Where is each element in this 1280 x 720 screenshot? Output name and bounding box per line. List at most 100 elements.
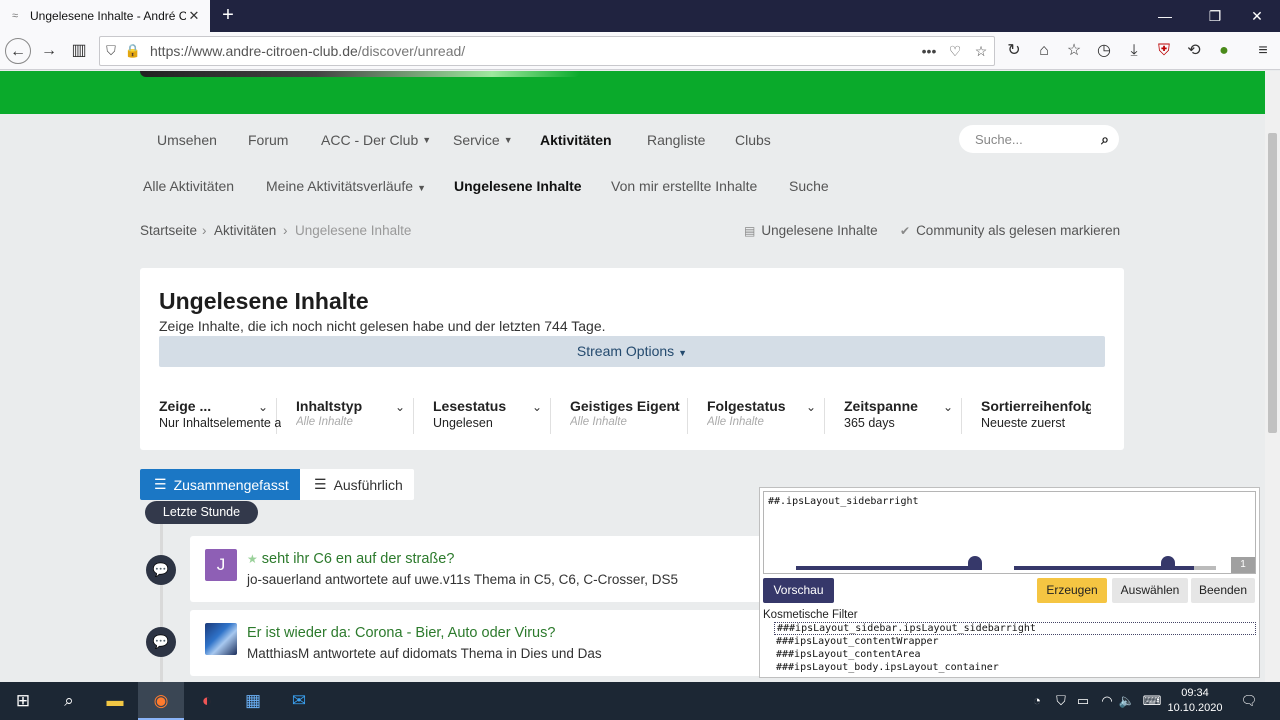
breadcrumb-aktivitaeten[interactable]: Aktivitäten <box>214 223 276 238</box>
network-adapter-icon[interactable]: ▭ <box>1074 682 1092 720</box>
menu-icon[interactable]: ≡ <box>1250 38 1276 64</box>
filter-label: Zeitspanne <box>844 398 918 414</box>
rss-unread-link[interactable]: ▤ Ungelesene Inhalte <box>744 223 878 238</box>
element-picker-panel: ##.ipsLayout_sidebarright 1 Vorschau Erz… <box>759 487 1260 678</box>
nav-service[interactable]: Service ▼ <box>453 130 513 150</box>
mark-community-read-link[interactable]: ✔ Community als gelesen markieren <box>900 223 1120 238</box>
forward-icon[interactable]: → <box>36 38 62 64</box>
shield-icon[interactable]: ⛉ <box>100 43 122 59</box>
page-scrollbar[interactable] <box>1265 71 1280 682</box>
pick-button[interactable]: Auswählen <box>1112 578 1188 603</box>
filter-sortierreihenfolge[interactable]: Sortierreihenfolge Neueste zuerst ⌄ <box>962 398 1099 434</box>
caret-down-icon: ▼ <box>503 135 513 145</box>
paint-icon[interactable]: ◐ <box>184 682 230 720</box>
page-actions-icon[interactable]: ••• <box>916 43 942 59</box>
quit-button[interactable]: Beenden <box>1191 578 1255 603</box>
create-button[interactable]: Erzeugen <box>1037 578 1107 603</box>
stream-item[interactable]: J ★ seht ihr C6 en auf der straße? jo-sau… <box>190 536 770 602</box>
extension-icon[interactable]: ● <box>1211 38 1237 64</box>
nav-aktivitaeten[interactable]: Aktivitäten <box>540 130 612 150</box>
filter-inhaltstyp[interactable]: Inhaltstyp Alle Inhalte ⌄ <box>277 398 414 434</box>
home-icon[interactable]: ⌂ <box>1031 38 1057 64</box>
cosmetic-filter-item[interactable]: ###ipsLayout_contentArea <box>774 648 1256 661</box>
bookmark-star-icon[interactable]: ☆ <box>968 43 994 60</box>
system-clock[interactable]: 09:34 10.10.2020 <box>1166 686 1224 716</box>
browser-tab[interactable]: ≈ Ungelesene Inhalte - André Citroën Clu… <box>0 0 210 32</box>
breadcrumb-separator: › <box>283 223 288 238</box>
filter-zeige[interactable]: Zeige ... Nur Inhaltselemente anzeigen ⌄ <box>140 398 281 434</box>
stream-item-title[interactable]: ★ seht ihr C6 en auf der straße? <box>247 551 454 567</box>
nav-umsehen[interactable]: Umsehen <box>157 130 217 150</box>
subnav-ungelesene-inhalte[interactable]: Ungelesene Inhalte <box>454 178 582 194</box>
stream-item[interactable]: Er ist wieder da: Corona - Bier, Auto od… <box>190 610 770 676</box>
recent-icon[interactable]: ⟲ <box>1181 38 1207 64</box>
filter-textarea[interactable]: ##.ipsLayout_sidebarright <box>763 491 1256 574</box>
avatar[interactable]: J <box>205 549 237 581</box>
file-explorer-icon[interactable]: ▬ <box>92 682 138 720</box>
check-icon: ✔ <box>900 223 911 238</box>
filter-geistiges-eigentum[interactable]: Geistiges Eigentum Alle Inhalte ⌄ <box>551 398 688 434</box>
stream-item-title[interactable]: Er ist wieder da: Corona - Bier, Auto od… <box>247 625 555 641</box>
downloads-icon[interactable]: ⤓ <box>1121 38 1147 64</box>
minimize-icon[interactable]: — <box>1142 0 1188 32</box>
volume-icon[interactable]: 🔈 <box>1118 682 1136 720</box>
scrollbar-thumb[interactable] <box>1268 133 1277 433</box>
reload-icon[interactable]: ↻ <box>1001 38 1027 64</box>
reader-view-icon[interactable]: ▥ <box>66 38 92 64</box>
firefox-icon[interactable]: ◉ <box>138 682 184 720</box>
restore-icon[interactable]: ❐ <box>1192 0 1238 32</box>
cosmetic-filter-item[interactable]: ###ipsLayout_body.ipsLayout_container <box>774 661 1256 674</box>
search-input[interactable]: Suche... ⌕ <box>959 125 1119 153</box>
history-icon[interactable]: ◷ <box>1091 38 1117 64</box>
view-expanded-button[interactable]: ☰ Ausführlich <box>300 469 414 500</box>
pocket-icon[interactable]: ♡ <box>942 43 968 60</box>
preview-button[interactable]: Vorschau <box>763 578 834 603</box>
address-bar[interactable]: ⛉ 🔒 https://www.andre-citroen-club.de/di… <box>99 36 995 66</box>
nav-forum[interactable]: Forum <box>248 130 288 150</box>
calculator-icon[interactable]: ▦ <box>230 682 276 720</box>
filter-label: Inhaltstyp <box>296 398 363 414</box>
close-tab-icon[interactable]: ✕ <box>186 8 202 24</box>
filter-value: 365 days <box>844 416 895 430</box>
search-icon[interactable]: ⌕ <box>1101 131 1109 148</box>
subnav-von-mir-erstellt[interactable]: Von mir erstellte Inhalte <box>611 178 757 194</box>
subnav-alle-aktivitaeten[interactable]: Alle Aktivitäten <box>143 178 234 194</box>
notifications-icon[interactable]: 🗨 <box>1236 682 1262 720</box>
stream-options-button[interactable]: Stream Options ▼ <box>159 336 1105 367</box>
cosmetic-filter-item[interactable]: ###ipsLayout_contentWrapper <box>774 635 1256 648</box>
url-host: https://www.andre-citroen-club.de <box>150 43 358 59</box>
new-tab-button[interactable]: + <box>216 4 240 28</box>
timeline-badge: Letzte Stunde <box>145 501 258 524</box>
filter-lesestatus[interactable]: Lesestatus Ungelesen ⌄ <box>414 398 551 434</box>
cosmetic-filter-item[interactable]: ###ipsLayout_sidebar.ipsLayout_sidebarri… <box>774 622 1256 635</box>
window-close-icon[interactable]: ✕ <box>1234 0 1280 32</box>
windows-start-icon[interactable]: ⊞ <box>0 682 46 720</box>
filter-folgestatus[interactable]: Folgestatus Alle Inhalte ⌄ <box>688 398 825 434</box>
avatar[interactable] <box>205 623 237 655</box>
lock-icon[interactable]: 🔒 <box>122 43 144 59</box>
filter-zeitspanne[interactable]: Zeitspanne 365 days ⌄ <box>825 398 962 434</box>
tray-app-icon[interactable]: ◔ <box>1028 682 1046 720</box>
url-text[interactable]: https://www.andre-citroen-club.de/discov… <box>144 43 916 59</box>
slider-handle[interactable] <box>968 556 982 570</box>
wifi-icon[interactable]: ◠ <box>1098 682 1116 720</box>
bookmarks-icon[interactable]: ☆ <box>1061 38 1087 64</box>
mail-icon[interactable]: ✉ <box>276 682 322 720</box>
breadcrumb-current: Ungelesene Inhalte <box>295 223 412 238</box>
nav-acc-der-club[interactable]: ACC - Der Club ▼ <box>321 130 431 150</box>
subnav-meine-aktivitaetsverlaeufe[interactable]: Meine Aktivitätsverläufe ▼ <box>266 178 426 194</box>
nav-rangliste[interactable]: Rangliste <box>647 130 705 150</box>
stream-options-label: Stream Options <box>576 343 675 359</box>
rss-icon: ▤ <box>744 223 756 238</box>
breadcrumb-startseite[interactable]: Startseite <box>140 223 197 238</box>
back-icon[interactable]: ← <box>5 38 31 64</box>
nav-clubs[interactable]: Clubs <box>735 130 771 150</box>
security-icon[interactable]: ⛉ <box>1052 682 1070 720</box>
subnav-suche[interactable]: Suche <box>789 178 829 194</box>
slider-handle[interactable] <box>1161 556 1175 570</box>
search-icon[interactable]: ⌕ <box>46 682 92 720</box>
view-condensed-button[interactable]: ☰ Zusammengefasst <box>140 469 300 500</box>
keyboard-icon[interactable]: ⌨ <box>1140 682 1164 720</box>
ublock-icon[interactable]: ⛨ <box>1151 38 1177 64</box>
caret-down-icon: ▼ <box>678 348 688 358</box>
